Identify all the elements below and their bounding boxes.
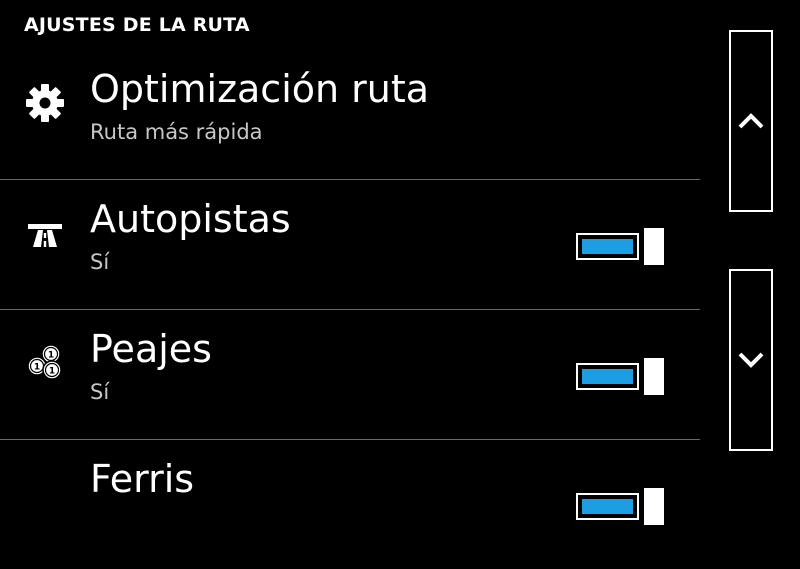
scroll-up-button[interactable] [729, 30, 773, 212]
ferries-toggle[interactable] [576, 488, 664, 525]
scroll-down-button[interactable] [729, 269, 773, 451]
toggle-knob [644, 228, 664, 265]
row-title: Autopistas [90, 197, 291, 241]
row-subtitle: Ruta más rápida [90, 120, 263, 144]
row-title: Optimización ruta [90, 67, 430, 111]
row-subtitle: Sí [90, 380, 110, 404]
page-title: AJUSTES DE LA RUTA [24, 14, 250, 36]
highway-icon [22, 210, 68, 256]
toggle-track [576, 493, 639, 520]
toggle-track [576, 363, 639, 390]
toggle-fill [582, 369, 633, 384]
tolls-toggle[interactable] [576, 358, 664, 395]
list-item-route-optimization[interactable]: Optimización ruta Ruta más rápida [0, 50, 700, 180]
chevron-down-icon [738, 352, 764, 368]
row-title: Peajes [90, 327, 212, 371]
svg-text:1: 1 [34, 363, 40, 373]
highways-toggle[interactable] [576, 228, 664, 265]
toggle-fill [582, 499, 633, 514]
toggle-fill [582, 239, 633, 254]
row-subtitle: Sí [90, 250, 110, 274]
settings-list: Optimización ruta Ruta más rápida Autopi… [0, 50, 700, 569]
toll-coins-icon: 1 1 1 [22, 340, 68, 386]
toggle-knob [644, 358, 664, 395]
list-item-ferries[interactable]: Ferris [0, 440, 700, 569]
toggle-track [576, 233, 639, 260]
chevron-up-icon [738, 113, 764, 129]
svg-text:1: 1 [49, 367, 55, 377]
ferry-icon [22, 470, 68, 516]
list-item-highways[interactable]: Autopistas Sí [0, 180, 700, 310]
list-item-tolls[interactable]: 1 1 1 Peajes Sí [0, 310, 700, 440]
gear-icon [22, 80, 68, 126]
toggle-knob [644, 488, 664, 525]
row-title: Ferris [90, 457, 195, 501]
svg-text:1: 1 [48, 351, 54, 361]
